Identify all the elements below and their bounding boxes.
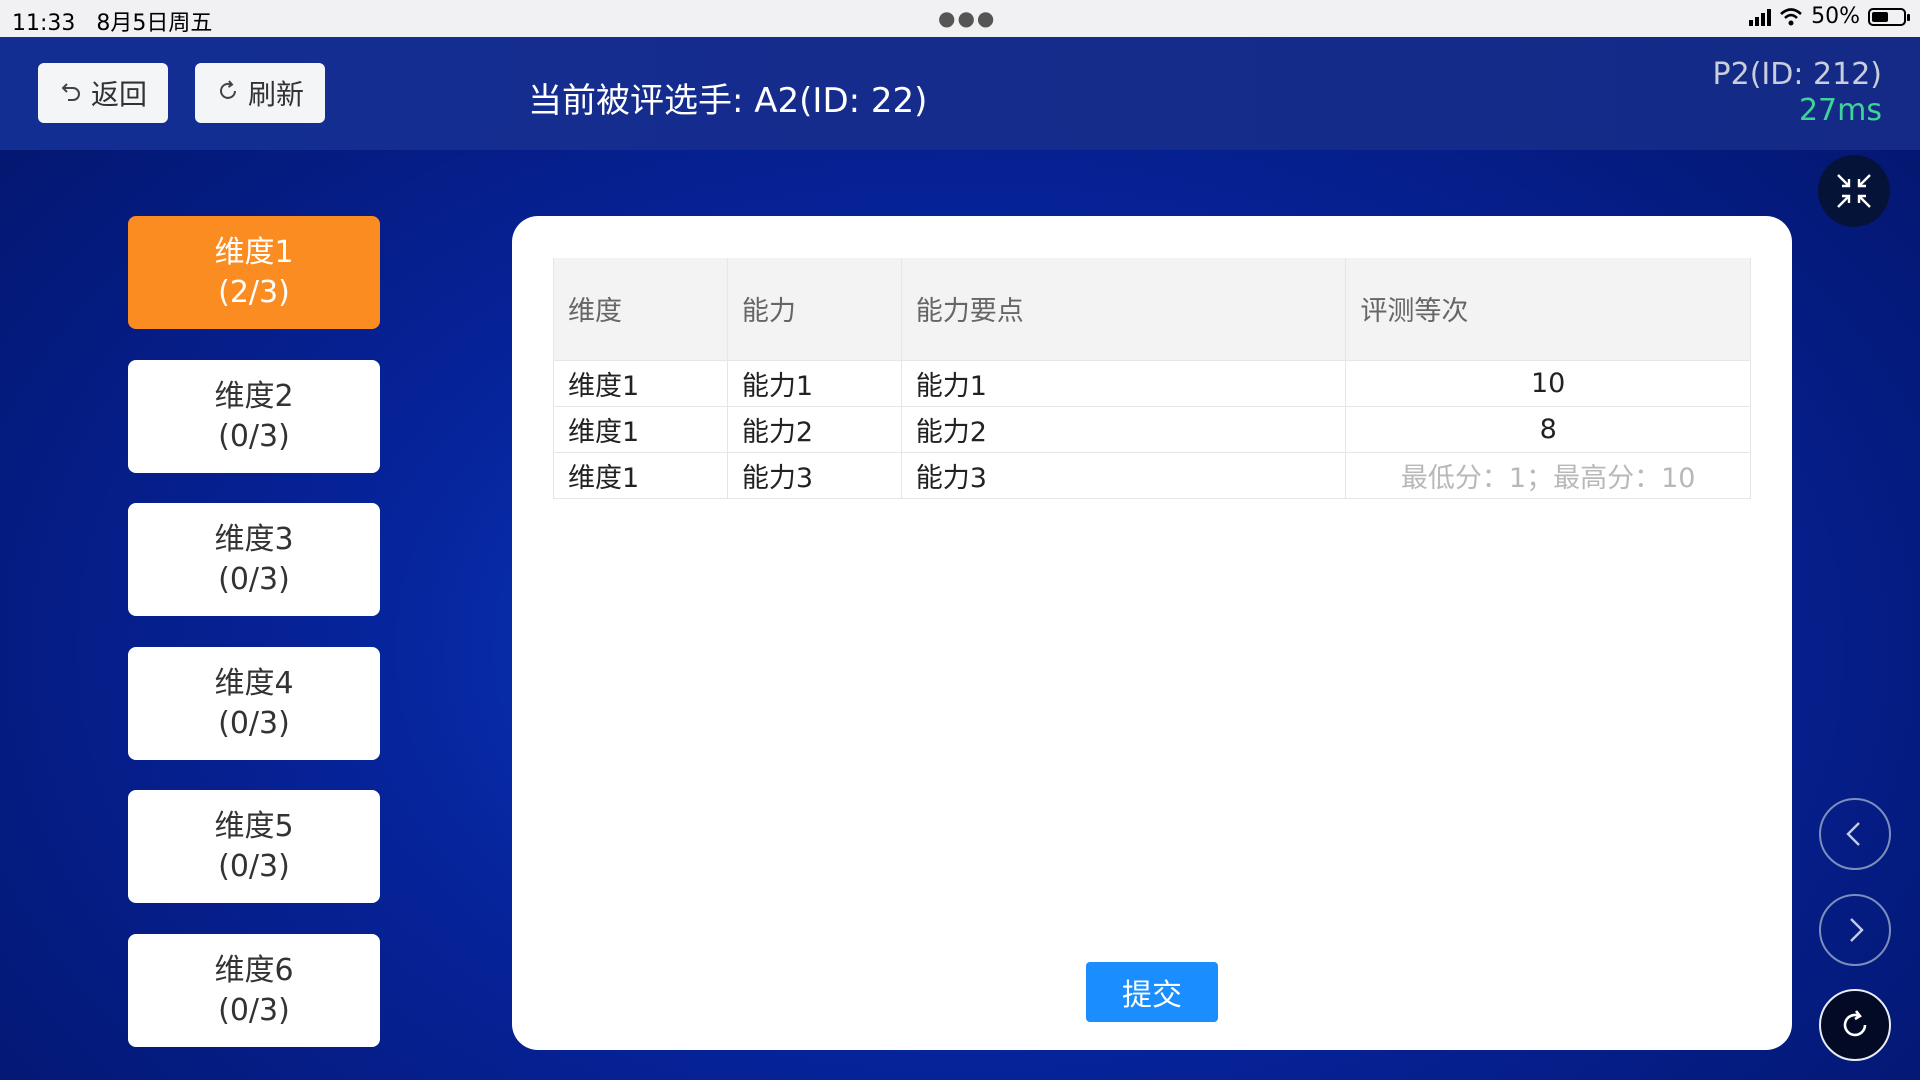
status-date: 8月5日周五 bbox=[96, 11, 213, 36]
cell-ability: 能力2 bbox=[726, 405, 902, 453]
undo-icon bbox=[59, 77, 83, 110]
submit-button[interactable]: 提交 bbox=[1086, 962, 1218, 1022]
cell-ability-point: 能力1 bbox=[900, 359, 1347, 407]
sidebar-item-dimension-5[interactable]: 维度5 (0/3) bbox=[128, 790, 380, 903]
cell-dimension: 维度1 bbox=[553, 359, 728, 407]
reload-icon bbox=[1843, 1010, 1867, 1037]
chevron-right-icon bbox=[1850, 918, 1864, 942]
cell-ability-point: 能力3 bbox=[900, 451, 1347, 499]
dimension-label: 维度4 bbox=[214, 665, 294, 701]
latency-indicator: 27ms bbox=[1798, 93, 1882, 128]
sidebar-item-dimension-3[interactable]: 维度3 (0/3) bbox=[128, 503, 380, 616]
dimension-progress: (0/3) bbox=[218, 705, 290, 741]
wifi-icon bbox=[1780, 7, 1802, 25]
cell-dimension: 维度1 bbox=[553, 451, 728, 499]
previous-button[interactable] bbox=[1819, 798, 1891, 870]
page-title: 当前被评选手: A2(ID: 22) bbox=[528, 81, 928, 121]
user-id: P2(ID: 212) bbox=[1712, 57, 1882, 92]
dimension-label: 维度5 bbox=[214, 808, 294, 844]
signal-icon bbox=[1749, 8, 1772, 26]
refresh-label: 刷新 bbox=[247, 78, 304, 111]
back-button[interactable]: 返回 bbox=[38, 63, 168, 123]
dimension-progress: (0/3) bbox=[218, 418, 290, 454]
table-row: 维度1 能力2 能力2 8 bbox=[553, 405, 1751, 453]
sidebar-item-dimension-4[interactable]: 维度4 (0/3) bbox=[128, 647, 380, 760]
dimension-label: 维度6 bbox=[214, 952, 294, 988]
score-input[interactable]: 10 bbox=[1345, 359, 1751, 407]
sidebar-item-dimension-1[interactable]: 维度1 (2/3) bbox=[128, 216, 380, 329]
cell-ability: 能力3 bbox=[726, 451, 902, 499]
column-header-dimension: 维度 bbox=[553, 258, 728, 361]
dimension-progress: (0/3) bbox=[218, 561, 290, 597]
dimension-progress: (0/3) bbox=[218, 992, 290, 1028]
cell-dimension: 维度1 bbox=[553, 405, 728, 453]
table-row: 维度1 能力3 能力3 最低分：1；最高分：10 bbox=[553, 451, 1751, 499]
battery-percent: 50% bbox=[1811, 4, 1860, 29]
dimension-label: 维度1 bbox=[214, 234, 294, 270]
collapse-button[interactable] bbox=[1818, 155, 1890, 227]
refresh-icon bbox=[216, 77, 240, 110]
header-bar: 返回 刷新 当前被评选手: A2(ID: 22) P2(ID: 212) 27m… bbox=[0, 37, 1920, 150]
next-button[interactable] bbox=[1819, 894, 1891, 966]
score-input[interactable]: 最低分：1；最高分：10 bbox=[1345, 451, 1751, 499]
status-time: 11:33 8月5日周五 bbox=[12, 11, 213, 36]
table-header-row: 维度 能力 能力要点 评测等次 bbox=[553, 258, 1751, 361]
cell-ability-point: 能力2 bbox=[900, 405, 1347, 453]
status-bar: 11:33 8月5日周五 ●●● 50% bbox=[0, 0, 1920, 37]
sidebar-item-dimension-6[interactable]: 维度6 (0/3) bbox=[128, 934, 380, 1047]
column-header-ability: 能力 bbox=[726, 258, 902, 361]
dimension-progress: (0/3) bbox=[218, 848, 290, 884]
column-header-score: 评测等次 bbox=[1345, 258, 1751, 361]
column-header-ability-point: 能力要点 bbox=[900, 258, 1347, 361]
refresh-button[interactable]: 刷新 bbox=[195, 63, 325, 123]
sidebar-item-dimension-2[interactable]: 维度2 (0/3) bbox=[128, 360, 380, 473]
evaluation-table: 维度 能力 能力要点 评测等次 维度1 能力1 能力1 10 维度1 能力2 能… bbox=[553, 258, 1751, 499]
back-label: 返回 bbox=[90, 78, 147, 111]
dimension-progress: (2/3) bbox=[218, 274, 290, 310]
chevron-left-icon bbox=[1846, 822, 1860, 846]
collapse-icon bbox=[1837, 174, 1871, 208]
battery-icon bbox=[1868, 7, 1910, 26]
dimension-label: 维度2 bbox=[214, 378, 294, 414]
multitask-dots[interactable]: ●●● bbox=[938, 6, 996, 30]
table-row: 维度1 能力1 能力1 10 bbox=[553, 359, 1751, 407]
evaluation-panel: 维度 能力 能力要点 评测等次 维度1 能力1 能力1 10 维度1 能力2 能… bbox=[512, 216, 1792, 1050]
reload-button[interactable] bbox=[1819, 989, 1891, 1061]
dimension-label: 维度3 bbox=[214, 521, 294, 557]
status-indicators: 50% bbox=[1749, 4, 1910, 29]
score-input[interactable]: 8 bbox=[1345, 405, 1751, 453]
cell-ability: 能力1 bbox=[726, 359, 902, 407]
